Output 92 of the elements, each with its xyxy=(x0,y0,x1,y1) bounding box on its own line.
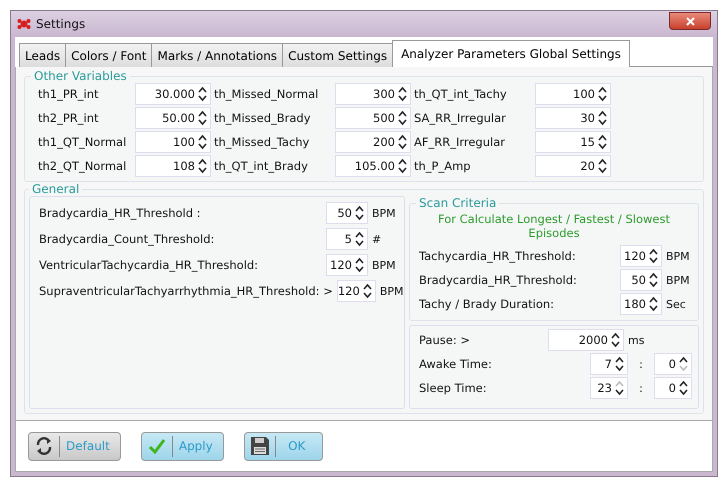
spin-arrows-icon xyxy=(198,110,207,126)
field-label: Bradycardia_HR_Threshold : xyxy=(38,206,202,220)
spin-box[interactable]: 500 xyxy=(335,107,411,129)
spin-box[interactable]: 15 xyxy=(535,131,611,153)
spin-box[interactable]: 300 xyxy=(335,83,411,105)
spin-arrows-icon xyxy=(398,134,407,150)
spin-arrows-icon xyxy=(398,110,407,126)
time-separator: : xyxy=(638,382,644,394)
hint-text: For Calculate Longest / Fastest / Slowest Episodes xyxy=(437,211,671,242)
close-button[interactable] xyxy=(669,12,711,30)
spin-box[interactable]: 2000 xyxy=(548,329,624,351)
spin-box[interactable]: 180 xyxy=(620,293,662,315)
field-label: Bradycardia_HR_Threshold: xyxy=(418,273,578,287)
field-label: th1_PR_int xyxy=(37,87,100,101)
tab[interactable]: Custom Settings xyxy=(282,43,394,67)
field-label: th_QT_int_Brady xyxy=(213,159,309,173)
spin-arrows-icon xyxy=(598,158,607,174)
app-logo-icon xyxy=(17,18,31,30)
field-label: Pause: > xyxy=(418,333,471,347)
field-label: VentricularTachycardia_HR_Threshold: xyxy=(38,258,260,272)
spin-box[interactable]: 23 xyxy=(590,377,628,399)
group-title: Other Variables xyxy=(33,69,128,83)
field-label: th_Missed_Normal xyxy=(213,87,320,101)
field-label: Tachy / Brady Duration: xyxy=(418,297,556,311)
spin-arrows-icon xyxy=(355,205,364,221)
spin-box[interactable]: 200 xyxy=(335,131,411,153)
unit-label: # xyxy=(372,232,382,246)
spin-box[interactable]: 120 xyxy=(326,254,368,276)
tab[interactable]: Leads xyxy=(19,43,66,67)
spin-box[interactable]: 0 xyxy=(654,353,692,375)
refresh-icon xyxy=(34,436,54,456)
spin-arrows-icon xyxy=(398,158,407,174)
field-label: th2_QT_Normal xyxy=(37,159,128,173)
spin-arrows-icon xyxy=(649,248,658,264)
spin-arrows-icon xyxy=(198,134,207,150)
close-icon xyxy=(686,16,694,26)
field-label: th_P_Amp xyxy=(413,159,472,173)
spin-box[interactable]: 7 xyxy=(590,353,628,375)
field-label: Sleep Time: xyxy=(418,381,488,395)
field-label: th_Missed_Tachy xyxy=(213,135,310,149)
spin-arrows-icon xyxy=(398,86,407,102)
save-icon xyxy=(250,436,270,456)
group-title: Scan Criteria xyxy=(418,196,498,210)
unit-label: BPM xyxy=(372,258,397,272)
spin-arrows-icon xyxy=(598,134,607,150)
spin-arrows-icon xyxy=(198,86,207,102)
field-label: th1_QT_Normal xyxy=(37,135,128,149)
field-label: Tachycardia_HR_Threshold: xyxy=(418,249,577,263)
spin-box[interactable]: 105.00 xyxy=(335,155,411,177)
field-label: AF_RR_Irregular xyxy=(413,135,506,149)
spin-arrows-icon xyxy=(598,110,607,126)
spin-box[interactable]: 100 xyxy=(535,83,611,105)
field-label: th_Missed_Brady xyxy=(213,111,312,125)
spin-arrows-icon xyxy=(649,272,658,288)
unit-label: BPM xyxy=(666,274,691,286)
spin-box[interactable]: 50.00 xyxy=(135,107,211,129)
field-label: SA_RR_Irregular xyxy=(413,111,507,125)
spin-box[interactable]: 120 xyxy=(620,245,662,267)
spin-box[interactable]: 100 xyxy=(135,131,211,153)
window-title: Settings xyxy=(36,17,86,31)
spin-box[interactable]: 20 xyxy=(535,155,611,177)
field-label: Awake Time: xyxy=(418,357,493,371)
spin-box[interactable]: 5 xyxy=(326,228,368,250)
unit-label: BPM xyxy=(380,284,404,298)
unit-label: BPM xyxy=(372,206,397,220)
spin-arrows-icon xyxy=(198,158,207,174)
spin-box[interactable]: 50 xyxy=(326,202,368,224)
spin-box[interactable]: 30 xyxy=(535,107,611,129)
unit-label: ms xyxy=(628,334,646,346)
spin-box[interactable]: 30.000 xyxy=(135,83,211,105)
check-icon xyxy=(148,438,166,454)
unit-label: Sec xyxy=(666,298,687,310)
spin-arrows-icon xyxy=(362,283,372,299)
tab[interactable]: Analyzer Parameters Global Settings xyxy=(392,40,630,67)
spin-box[interactable]: 50 xyxy=(620,269,662,291)
spin-arrows-icon xyxy=(649,296,658,312)
spin-box[interactable]: 0 xyxy=(654,377,692,399)
spin-arrows-icon xyxy=(355,257,364,273)
spin-arrows-icon xyxy=(611,332,620,348)
unit-label: BPM xyxy=(666,250,691,262)
group-title: General xyxy=(31,182,80,196)
time-separator: : xyxy=(638,358,644,370)
tab[interactable]: Colors / Font xyxy=(65,43,152,67)
spin-box[interactable]: 108 xyxy=(135,155,211,177)
spin-arrows-icon xyxy=(598,86,607,102)
tab[interactable]: Marks / Annotations xyxy=(151,43,284,67)
spin-box[interactable]: 120 xyxy=(336,280,376,302)
field-label: Bradycardia_Count_Threshold: xyxy=(38,232,216,246)
field-label: SupraventricularTachyarrhythmia_HR_Threshold: > xyxy=(38,284,333,298)
spin-arrows-icon xyxy=(355,231,364,247)
field-label: th2_PR_int xyxy=(37,111,100,125)
field-label: th_QT_int_Tachy xyxy=(413,87,508,101)
